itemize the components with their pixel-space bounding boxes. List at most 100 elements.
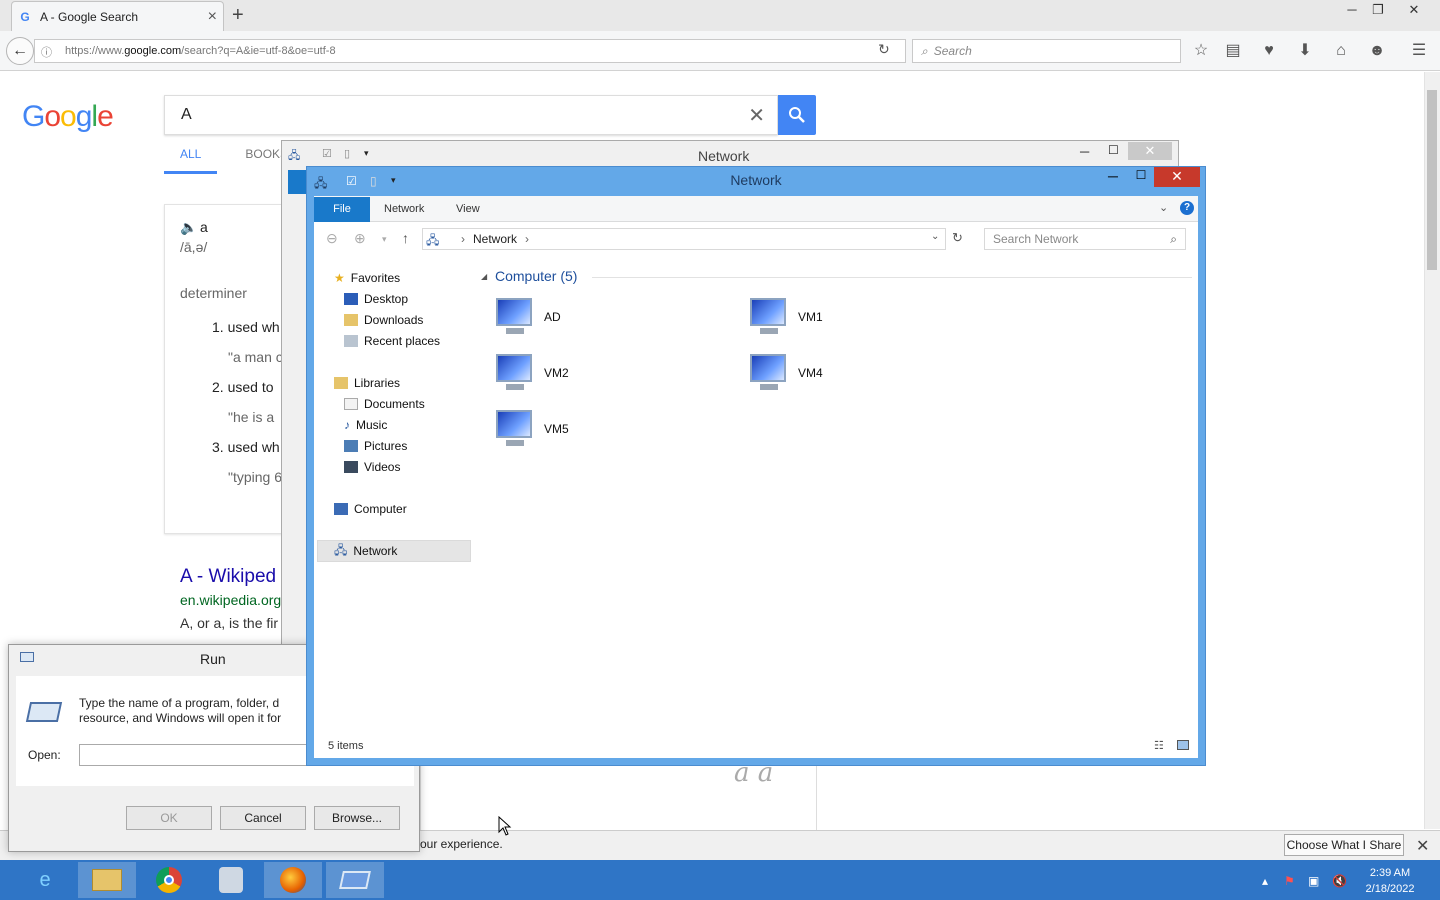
explorer-minimize-button[interactable]: ─ [1100, 168, 1126, 184]
nav-recent-places[interactable]: Recent places [344, 331, 440, 351]
wikipedia-result-link[interactable]: A - Wikiped [180, 566, 276, 588]
nav-pictures[interactable]: Pictures [344, 436, 407, 456]
example-2: "he is a [228, 409, 275, 425]
explorer-back-title: Network [698, 148, 750, 164]
nav-back-icon[interactable]: ⊖ [326, 230, 338, 247]
url-path: /search?q=A&ie=utf-8&oe=utf-8 [181, 45, 336, 57]
nav-up-icon[interactable]: ↑ [402, 230, 409, 246]
bookmark-star-icon[interactable]: ☆ [1190, 40, 1212, 62]
explorer-search-placeholder: Search Network [993, 232, 1079, 246]
address-dropdown-icon[interactable]: ⌄ [931, 231, 939, 242]
nav-forward-icon[interactable]: ⊕ [354, 230, 366, 247]
ribbon-view-tab[interactable]: View [456, 203, 480, 215]
computer-item-vm5[interactable]: VM5 [492, 408, 569, 450]
documents-icon [344, 398, 358, 410]
chat-icon[interactable]: ☻ [1366, 40, 1388, 62]
ribbon-network-tab[interactable]: Network [384, 203, 424, 215]
run-cancel-button[interactable]: Cancel [220, 806, 306, 830]
url-bar[interactable]: https://www. google.com/search?q=A&ie=utf… [34, 39, 906, 63]
explorer-search-input[interactable]: Search Network ⌕ [984, 228, 1186, 250]
group-header[interactable]: Computer (5) [495, 268, 577, 284]
notification-close-icon[interactable]: ✕ [1416, 836, 1429, 856]
run-taskbar-icon[interactable] [326, 862, 384, 898]
notification-text: our experience. [420, 837, 503, 851]
action-center-flag-icon[interactable]: ⚑ [1284, 874, 1295, 888]
recent-locations-icon[interactable]: ▾ [382, 234, 387, 245]
browser-tab[interactable]: G A - Google Search × [11, 1, 224, 32]
breadcrumb-separator-icon: › [461, 232, 465, 246]
show-hidden-icons-icon[interactable]: ▴ [1262, 874, 1268, 888]
ie-taskbar-icon[interactable]: e [16, 862, 74, 898]
tab-close-icon[interactable]: × [208, 8, 217, 26]
choose-what-i-share-button[interactable]: Choose What I Share [1284, 834, 1404, 856]
new-folder-icon[interactable]: ▯ [344, 147, 350, 160]
home-icon[interactable]: ⌂ [1330, 40, 1352, 62]
computer-item-vm4[interactable]: VM4 [746, 352, 823, 394]
taskbar-clock[interactable]: 2:39 AM 2/18/2022 [1360, 865, 1420, 897]
nav-computer[interactable]: Computer [334, 499, 407, 519]
help-icon[interactable]: ? [1180, 201, 1194, 215]
speaker-icon[interactable]: 🔈 [180, 219, 197, 236]
network-tray-icon[interactable]: ▣ [1308, 874, 1319, 888]
explorer-close-button[interactable]: ✕ [1154, 167, 1200, 187]
ribbon-expand-icon[interactable]: ⌄ [1159, 201, 1168, 214]
back-maximize-button[interactable]: ☐ [1108, 143, 1119, 157]
back-ribbon-file-tab[interactable] [288, 170, 308, 194]
tab-all[interactable]: ALL [164, 140, 218, 174]
large-icons-view-icon[interactable] [1177, 740, 1189, 750]
firefox-taskbar-icon[interactable] [264, 862, 322, 898]
computer-item-vm1[interactable]: VM1 [746, 296, 823, 338]
address-bar[interactable]: › Network › [422, 228, 946, 250]
back-close-button[interactable]: ✕ [1128, 142, 1172, 160]
nav-documents[interactable]: Documents [344, 394, 425, 414]
star-icon: ★ [334, 271, 345, 285]
browser-search-input[interactable]: ⌕ Search [912, 39, 1181, 63]
computer-item-vm2[interactable]: VM2 [492, 352, 569, 394]
google-search-button[interactable] [778, 95, 816, 135]
close-button[interactable]: ✕ [1396, 0, 1432, 22]
browser-search-placeholder: Search [933, 44, 972, 58]
back-minimize-button[interactable]: ─ [1080, 144, 1089, 159]
nav-music[interactable]: ♪ Music [344, 415, 387, 435]
google-search-input[interactable]: A ✕ [164, 95, 778, 135]
computer-item-ad[interactable]: AD [492, 296, 561, 338]
nav-desktop[interactable]: Desktop [344, 289, 408, 309]
nav-downloads[interactable]: Downloads [344, 310, 423, 330]
definition-2: 2. used to [212, 379, 274, 395]
run-ok-button[interactable]: OK [126, 806, 212, 830]
properties-icon[interactable]: ☑ [322, 147, 332, 160]
run-browse-button[interactable]: Browse... [314, 806, 400, 830]
google-logo[interactable]: Google [22, 100, 114, 134]
bookmarks-list-icon[interactable]: ▤ [1222, 40, 1244, 62]
nav-favorites[interactable]: ★ Favorites [334, 268, 400, 288]
group-collapse-icon[interactable]: ◢ [481, 272, 487, 281]
nav-videos[interactable]: Videos [344, 457, 400, 477]
details-view-icon[interactable]: ☷ [1154, 739, 1164, 752]
wikipedia-result-url: en.wikipedia.org [180, 592, 282, 608]
back-button[interactable]: ← [6, 37, 34, 65]
nav-label: Favorites [350, 271, 401, 285]
quick-access-dropdown-icon[interactable]: ▾ [364, 148, 369, 159]
menu-icon[interactable]: ☰ [1408, 40, 1430, 62]
explorer-maximize-button[interactable]: ☐ [1128, 168, 1154, 182]
run-title: Run [200, 651, 226, 667]
refresh-icon[interactable]: ↻ [952, 230, 963, 246]
file-explorer-taskbar-icon[interactable] [78, 862, 136, 898]
download-icon[interactable]: ⬇ [1294, 40, 1316, 62]
volume-muted-icon[interactable]: 🔇 [1332, 874, 1347, 888]
restore-button[interactable]: ❐ [1360, 0, 1396, 22]
site-info-icon[interactable]: ⓘ [41, 44, 52, 60]
nav-network[interactable]: 🖧 Network [334, 541, 397, 561]
media-taskbar-icon[interactable] [202, 862, 260, 898]
ribbon-file-tab[interactable]: File [314, 197, 370, 222]
explorer-title: Network [730, 172, 782, 188]
pocket-icon[interactable]: ♥ [1258, 40, 1280, 62]
nav-libraries[interactable]: Libraries [334, 373, 400, 393]
breadcrumb-network[interactable]: Network [473, 232, 517, 246]
reload-icon[interactable]: ↻ [878, 41, 890, 58]
new-tab-button[interactable]: + [232, 4, 244, 27]
computer-icon [334, 503, 348, 515]
clear-icon[interactable]: ✕ [748, 103, 765, 128]
scrollbar-thumb[interactable] [1427, 90, 1437, 270]
chrome-taskbar-icon[interactable] [140, 862, 198, 898]
